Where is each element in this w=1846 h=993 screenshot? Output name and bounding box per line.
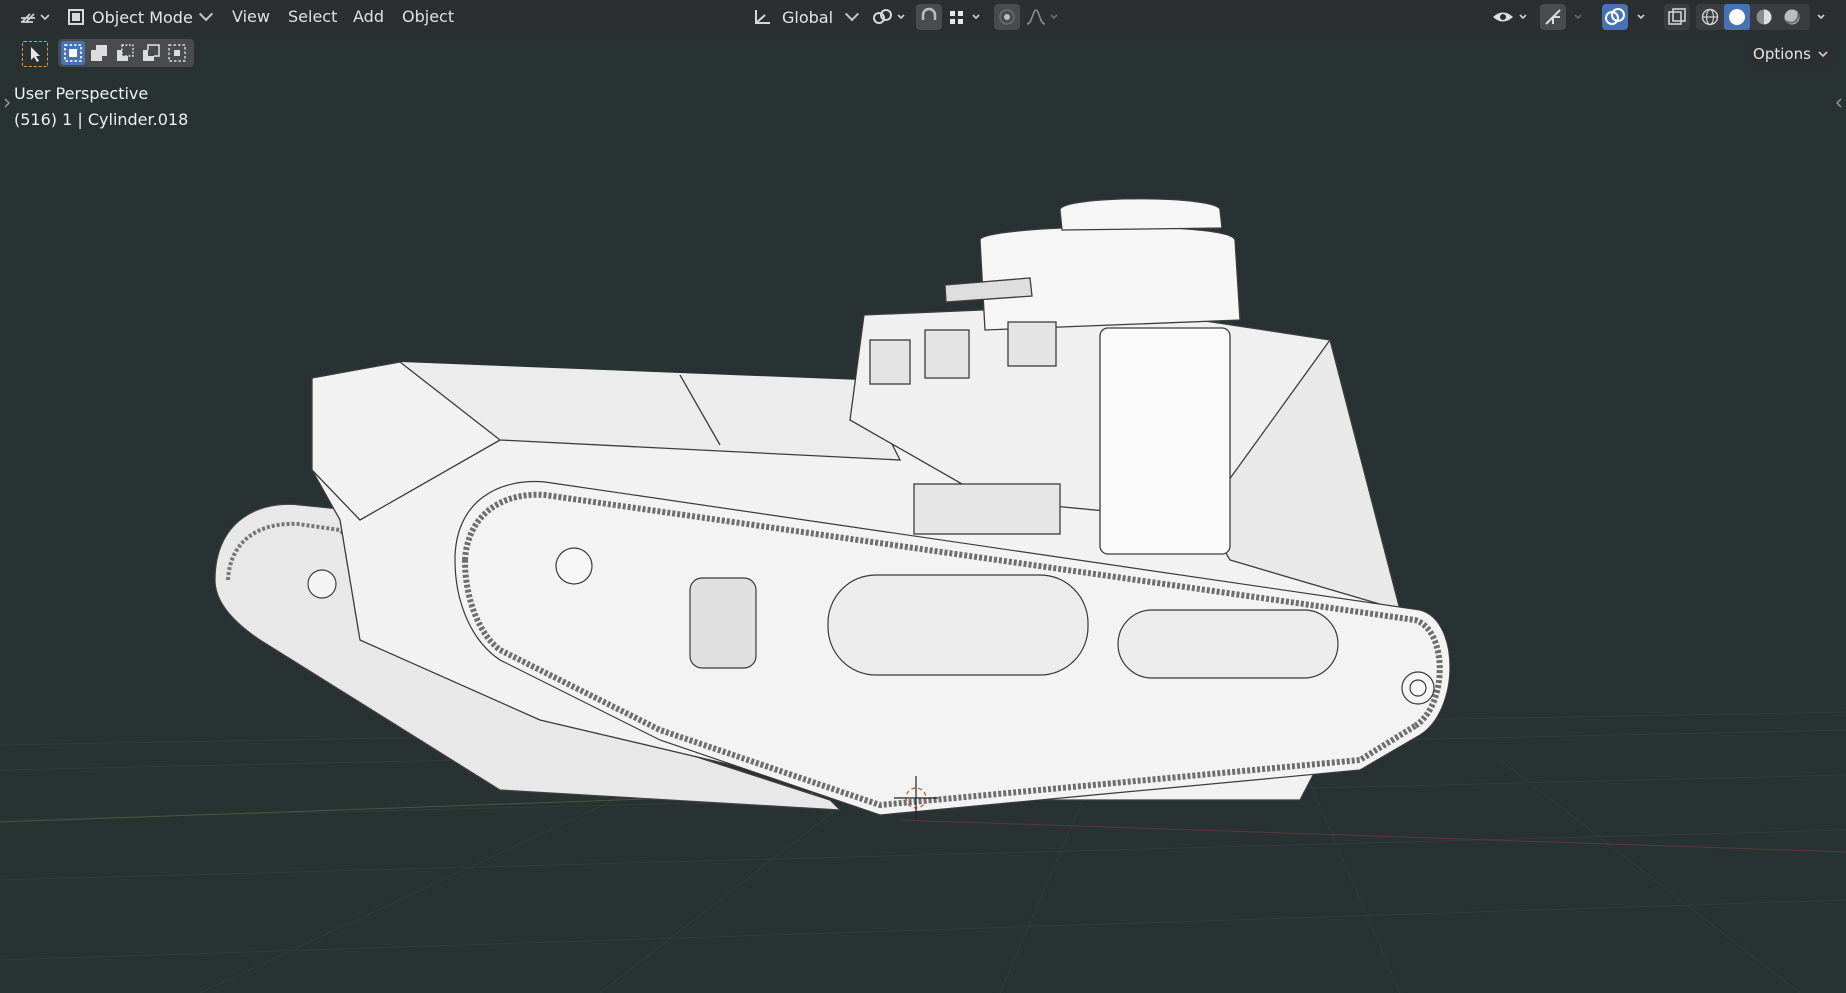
select-cursor-icon [31, 47, 40, 62]
mode-label: Object Mode [92, 7, 193, 27]
material-shading-icon[interactable] [1754, 7, 1774, 27]
3d-viewport[interactable] [0, 74, 1846, 993]
shading-mode-group [1696, 4, 1810, 30]
viewport-canvas [0, 198, 1846, 993]
pivot-point-button[interactable] [870, 4, 910, 30]
orientation-axes-icon [755, 10, 770, 24]
select-tool-button[interactable] [22, 41, 48, 67]
proportional-edit-icon [999, 9, 1015, 25]
xray-icon [1668, 8, 1686, 25]
select-invert-icon [143, 44, 160, 61]
select-intersect-icon [168, 44, 186, 62]
solid-shading-button[interactable] [1724, 4, 1750, 30]
wireframe-shading-icon[interactable] [1700, 7, 1720, 27]
gizmo-icon [1545, 9, 1561, 25]
select-extend-button[interactable] [87, 41, 111, 65]
overlay-dropdown[interactable] [1632, 4, 1654, 30]
visibility-button[interactable] [1490, 4, 1532, 30]
chevron-down-icon [1817, 14, 1825, 20]
chevron-down-icon [844, 7, 860, 22]
shading-dropdown[interactable] [1812, 4, 1834, 30]
overlay-icon [1605, 8, 1625, 25]
selection-mode-group [58, 39, 194, 67]
menu-view[interactable]: View [232, 4, 270, 30]
object-mode-icon [68, 9, 84, 25]
snap-target-button[interactable] [946, 4, 986, 30]
snap-grid-icon [950, 11, 980, 24]
rendered-shading-icon[interactable] [1782, 7, 1802, 27]
orientation-label: Global [782, 7, 834, 27]
menu-select[interactable]: Select [288, 4, 337, 30]
overlay-toggle[interactable] [1602, 4, 1628, 30]
select-extend-icon [91, 45, 107, 61]
select-subtract-icon [117, 44, 134, 61]
select-invert-button[interactable] [139, 41, 163, 65]
solid-shading-icon [1729, 9, 1745, 25]
editor-type-icon [21, 13, 50, 23]
select-intersect-button[interactable] [165, 41, 189, 65]
snap-magnet-icon [921, 7, 937, 20]
chevron-down-icon [1637, 14, 1645, 20]
tool-settings-bar [0, 34, 1846, 74]
select-new-button[interactable] [61, 41, 85, 65]
gizmo-dropdown[interactable] [1568, 4, 1590, 30]
left-sidebar-toggle-icon[interactable] [2, 96, 12, 110]
mode-selector[interactable]: Object Mode [66, 4, 216, 30]
object-info-label: (516) 1 | Cylinder.018 [14, 110, 189, 129]
transform-orientation-selector[interactable]: Global [752, 4, 860, 30]
visibility-eye-icon [1493, 12, 1527, 22]
editor-type-button[interactable] [18, 4, 54, 30]
menu-object[interactable]: Object [402, 4, 454, 30]
x-axis-line [899, 819, 1846, 853]
menu-add[interactable]: Add [353, 4, 384, 30]
options-label: Options [1753, 45, 1811, 63]
falloff-button[interactable] [1024, 4, 1064, 30]
right-sidebar-toggle-icon[interactable] [1834, 96, 1844, 110]
chevron-down-icon [1574, 14, 1582, 20]
xray-toggle[interactable] [1664, 4, 1690, 30]
chevron-down-icon [198, 7, 213, 22]
select-subtract-button[interactable] [113, 41, 137, 65]
chevron-down-icon [1818, 51, 1828, 58]
gizmo-toggle[interactable] [1540, 4, 1566, 30]
pivot-link-icon [873, 9, 905, 24]
view-name-label: User Perspective [14, 84, 149, 103]
viewport-header: Object Mode View Select Add Object Globa… [0, 0, 1846, 34]
select-new-icon [64, 44, 82, 62]
proportional-edit-toggle[interactable] [994, 4, 1020, 30]
snap-toggle[interactable] [916, 4, 942, 30]
options-dropdown[interactable]: Options [1748, 40, 1836, 68]
falloff-curve-icon [1026, 9, 1058, 25]
